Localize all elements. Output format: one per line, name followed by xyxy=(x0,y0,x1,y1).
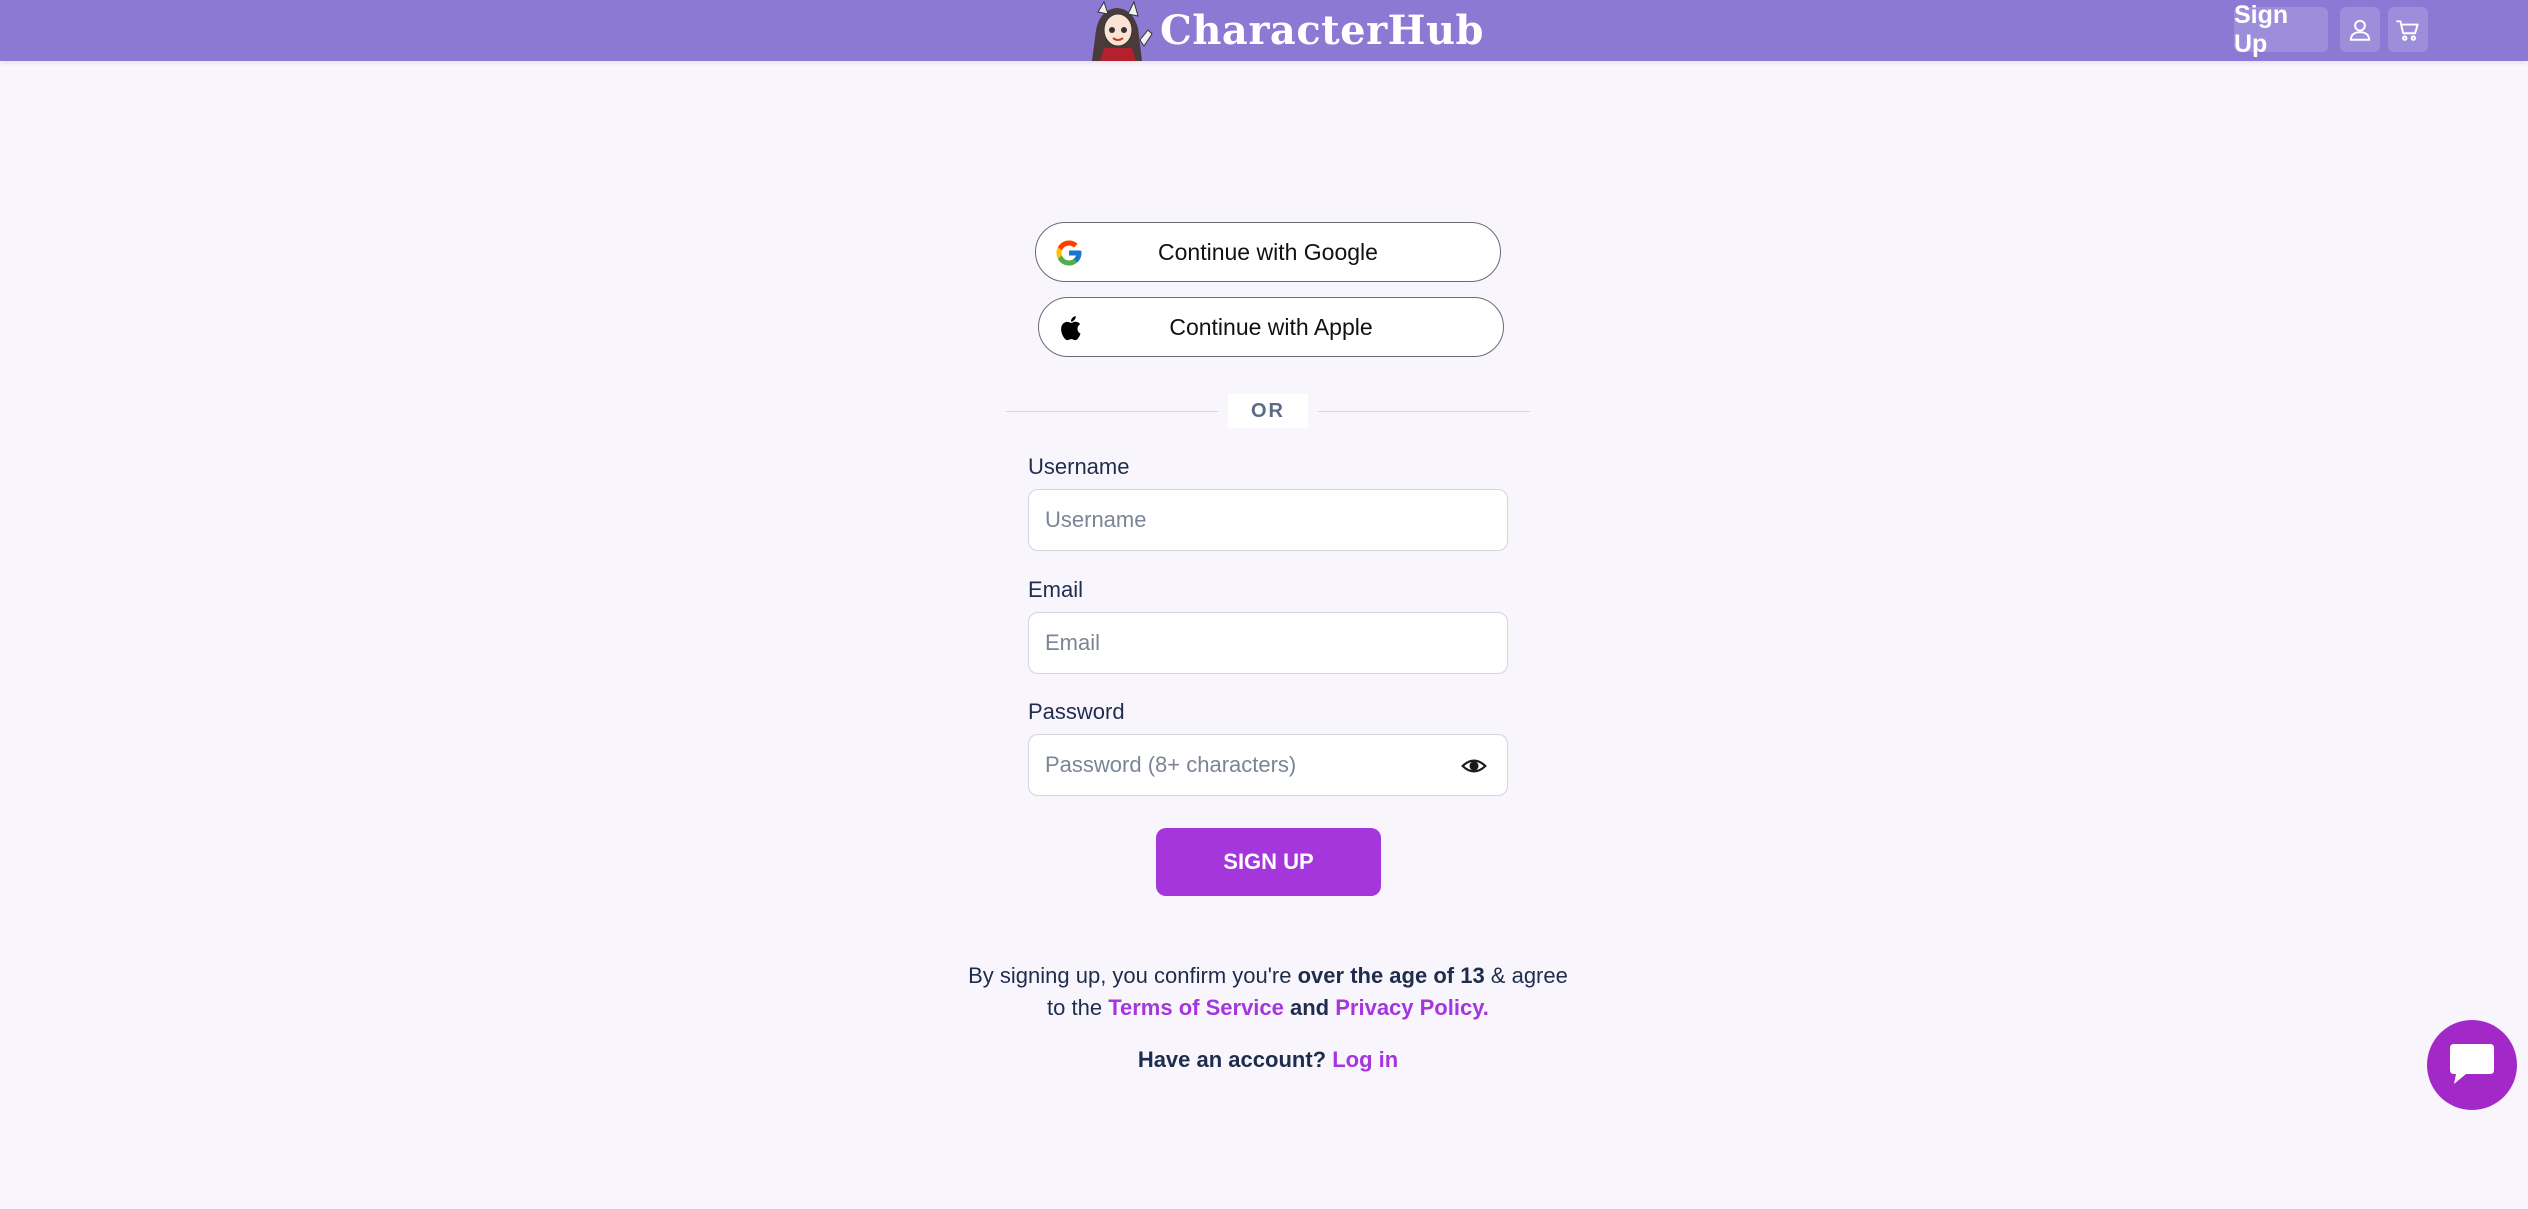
username-label: Username xyxy=(1028,454,1130,479)
divider-line-left xyxy=(1006,411,1218,412)
age-requirement-text: over the age of 13 xyxy=(1297,963,1485,988)
google-button-label: Continue with Google xyxy=(1158,238,1378,265)
terms-of-service-link[interactable]: Terms of Service xyxy=(1108,995,1284,1020)
legal-text-1: By signing up, you confirm you're xyxy=(968,963,1298,988)
log-in-link[interactable]: Log in xyxy=(1332,1047,1398,1072)
continue-with-google-button[interactable]: Continue with Google xyxy=(1035,222,1501,282)
toggle-password-visibility-button[interactable] xyxy=(1460,752,1488,780)
account-button[interactable] xyxy=(2340,7,2380,52)
legal-notice: By signing up, you confirm you're over t… xyxy=(960,960,1576,1024)
username-input[interactable] xyxy=(1028,489,1508,551)
brand-name: CharacterHub xyxy=(1160,7,1485,54)
email-input[interactable] xyxy=(1028,612,1508,674)
have-account-prompt: Have an account? Log in xyxy=(960,1047,1576,1073)
eye-icon xyxy=(1461,759,1487,773)
legal-and-text: and xyxy=(1283,995,1336,1020)
header-signup-button[interactable]: Sign Up xyxy=(2234,1,2328,58)
user-icon xyxy=(2349,19,2371,41)
chat-support-button[interactable] xyxy=(2427,1020,2517,1110)
mascot-logo-icon xyxy=(1092,0,1153,61)
apple-button-label: Continue with Apple xyxy=(1169,313,1373,340)
privacy-policy-link[interactable]: Privacy Policy. xyxy=(1335,995,1489,1020)
google-icon xyxy=(1056,240,1082,266)
cart-icon xyxy=(2396,19,2419,41)
apple-icon xyxy=(1061,316,1081,341)
cart-button[interactable] xyxy=(2388,7,2428,52)
continue-with-apple-button[interactable]: Continue with Apple xyxy=(1038,297,1504,357)
password-input[interactable] xyxy=(1028,734,1508,796)
password-label: Password xyxy=(1028,699,1125,724)
or-divider-text: OR xyxy=(1228,394,1308,428)
chat-bubble-icon xyxy=(2450,1044,2494,1084)
divider-line-right xyxy=(1318,411,1530,412)
brand-logo[interactable]: CharacterHub xyxy=(1082,0,1484,61)
sign-up-submit-button[interactable]: SIGN UP xyxy=(1156,828,1381,896)
top-navbar: CharacterHub Sign Up xyxy=(0,0,2528,61)
have-account-text: Have an account? xyxy=(1137,1047,1333,1072)
email-label: Email xyxy=(1028,577,1084,602)
